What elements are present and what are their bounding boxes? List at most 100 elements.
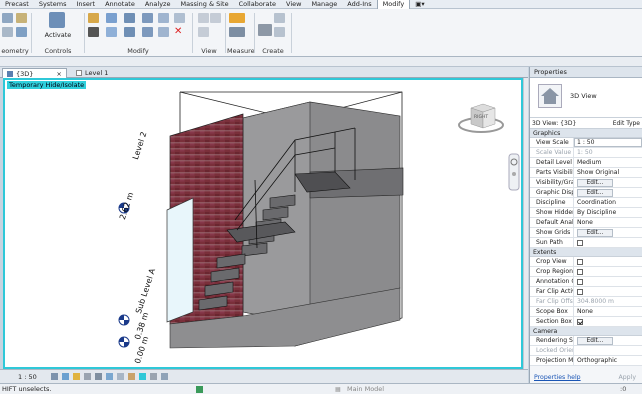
checkbox[interactable] (577, 319, 583, 325)
menu-systems[interactable]: Systems (34, 0, 72, 9)
property-value[interactable]: Edit... (574, 188, 642, 197)
property-name: Far Clip Active (530, 287, 574, 296)
navigation-bar[interactable] (508, 153, 520, 191)
property-value[interactable]: Medium (574, 158, 642, 167)
edit-button[interactable]: Edit... (577, 179, 613, 187)
split-face-icon[interactable] (2, 27, 13, 37)
create-assembly-icon[interactable] (258, 24, 272, 36)
property-value[interactable]: Edit... (574, 228, 642, 237)
property-value[interactable]: None (574, 307, 642, 316)
join-icon[interactable] (16, 13, 27, 23)
scale-icon[interactable] (174, 13, 185, 23)
visual-style-icon[interactable] (61, 373, 69, 380)
temporary-hide-icon[interactable] (138, 373, 146, 380)
apply-button[interactable]: Apply (619, 374, 636, 381)
trim-icon[interactable] (142, 27, 153, 37)
section-camera[interactable]: Camera (530, 327, 642, 336)
quick-access-dropdown-icon[interactable]: ▣▾ (410, 0, 429, 9)
menu-add-ins[interactable]: Add-Ins (342, 0, 376, 9)
3d-viewport[interactable]: Temporary Hide/Isolate Level 2 2.62 m Su… (3, 78, 523, 369)
move-icon[interactable] (88, 27, 99, 37)
property-value[interactable]: None (574, 218, 642, 227)
menu-collaborate[interactable]: Collaborate (234, 0, 281, 9)
menu-analyze[interactable]: Analyze (140, 0, 176, 9)
property-value[interactable] (574, 257, 642, 266)
crop-view-icon[interactable] (105, 373, 113, 380)
property-value[interactable]: Edit... (574, 336, 642, 345)
shadows-icon[interactable] (83, 373, 91, 380)
checkbox[interactable] (577, 259, 583, 265)
view-scale-label[interactable]: 1 : 50 (18, 373, 37, 381)
property-row: Crop View (530, 257, 642, 267)
tab-3d[interactable]: {3D} × (2, 68, 67, 78)
property-value[interactable]: Edit... (574, 178, 642, 187)
checkbox[interactable] (577, 279, 583, 285)
property-value[interactable]: Coordination (574, 198, 642, 207)
mirror-draw-icon[interactable] (142, 13, 153, 23)
menu-annotate[interactable]: Annotate (100, 0, 140, 9)
property-name: Graphic Displa... (530, 188, 574, 197)
property-name: Far Clip Offset (530, 297, 574, 306)
cut-icon[interactable] (2, 13, 13, 23)
measure-icon[interactable] (229, 13, 245, 23)
create-group-icon[interactable] (274, 27, 285, 37)
menu-insert[interactable]: Insert (71, 0, 100, 9)
edit-type-button[interactable]: Edit Type (613, 120, 640, 127)
design-option-label[interactable]: Main Model (347, 385, 384, 393)
hide-icon[interactable] (198, 13, 209, 23)
instance-selector-label: 3D View: {3D} (532, 119, 577, 127)
section-graphics[interactable]: Graphics (530, 129, 642, 138)
worksharing-icon[interactable] (196, 385, 203, 393)
align-icon[interactable] (88, 13, 99, 23)
rotate-icon[interactable] (124, 27, 135, 37)
override-icon[interactable] (210, 13, 221, 23)
tab-close-icon[interactable]: × (56, 69, 61, 79)
offset-icon[interactable] (106, 13, 117, 23)
paint-icon[interactable] (16, 27, 27, 37)
reveal-hidden-icon[interactable] (149, 373, 157, 380)
activate-icon[interactable] (49, 12, 65, 28)
menu-precast[interactable]: Precast (0, 0, 34, 9)
edit-button[interactable]: Edit... (577, 229, 613, 237)
menu-massing-site[interactable]: Massing & Site (175, 0, 233, 9)
delete-icon[interactable]: ✕ (174, 26, 182, 37)
checkbox[interactable] (577, 289, 583, 295)
menu-modify[interactable]: Modify (376, 0, 411, 9)
property-value[interactable] (574, 238, 642, 247)
analytical-model-icon[interactable] (160, 373, 168, 380)
render-icon[interactable] (94, 373, 102, 380)
property-value[interactable]: 1 : 50 (574, 138, 642, 147)
viewport-scrollbar[interactable] (523, 78, 528, 369)
checkbox[interactable] (577, 269, 583, 275)
detail-level-icon[interactable] (50, 373, 58, 380)
menu-manage[interactable]: Manage (306, 0, 342, 9)
filter-count[interactable]: :0 (620, 385, 626, 393)
type-selector[interactable]: 3D View (530, 78, 642, 118)
property-value[interactable] (574, 287, 642, 296)
edit-button[interactable]: Edit... (577, 337, 613, 345)
copy-icon[interactable] (106, 27, 117, 37)
property-value[interactable] (574, 277, 642, 286)
edit-button[interactable]: Edit... (577, 189, 613, 197)
section-extents[interactable]: Extents (530, 248, 642, 257)
array-icon[interactable] (158, 27, 169, 37)
dimension-icon[interactable] (229, 27, 245, 37)
checkbox[interactable] (577, 240, 583, 246)
property-value[interactable] (574, 317, 642, 326)
properties-help-link[interactable]: Properties help (534, 374, 581, 381)
property-value[interactable] (574, 267, 642, 276)
mirror-axis-icon[interactable] (124, 13, 135, 23)
property-value[interactable]: Show Original (574, 168, 642, 177)
split-icon[interactable] (158, 13, 169, 23)
show-crop-icon[interactable] (116, 373, 124, 380)
menu-view[interactable]: View (281, 0, 306, 9)
activate-button-label[interactable]: Activate (33, 31, 83, 39)
tab-level-1[interactable]: Level 1 (72, 68, 112, 78)
property-value[interactable]: By Discipline (574, 208, 642, 217)
sun-path-icon[interactable] (72, 373, 80, 380)
isolate-icon[interactable] (198, 27, 209, 37)
create-parts-icon[interactable] (274, 13, 285, 23)
property-value[interactable]: Orthographic (574, 356, 642, 365)
lock-view-icon[interactable] (127, 373, 135, 380)
instance-selector[interactable]: 3D View: {3D} Edit Type (530, 118, 642, 129)
